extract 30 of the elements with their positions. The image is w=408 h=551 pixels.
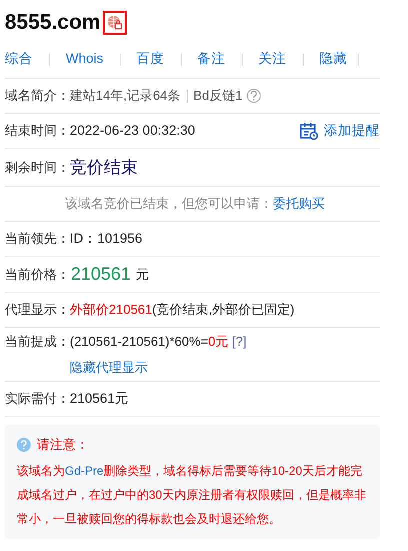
nav-link[interactable]: 关注 xyxy=(258,49,287,70)
nav-link[interactable]: 隐藏 xyxy=(320,49,348,70)
field-label: 当前提成： xyxy=(5,333,70,351)
field-value: ID：101956 xyxy=(70,230,143,248)
field-value: (210561-210561)*60%=0元 [?] xyxy=(70,333,247,351)
status-value: 竞价结束 xyxy=(70,156,138,179)
field-value: Bd反链1 xyxy=(194,87,243,106)
nav-link[interactable]: 综合 xyxy=(5,49,33,70)
field-value: 建站14年,记录64条 xyxy=(70,87,181,106)
field-label: 代理显示： xyxy=(5,301,70,320)
notice-text: 该域名为Gd-Pre删除类型，域名得标后需要等待10-20天后才能完成域名过户，在过户中的30天内原注册者有权限赎回，但是概率非常小，一旦被赎回您的得标款也会及时退还给您。 xyxy=(17,462,368,528)
domain-title: 8555.com xyxy=(5,10,101,36)
nav-link[interactable]: 备注 xyxy=(198,49,226,70)
add-reminder-link[interactable]: 添加提醒 xyxy=(300,120,380,142)
notice-title: 请注意： xyxy=(37,436,89,454)
field-label: 当前价格： xyxy=(5,266,70,284)
field-value: 2022-06-23 00:32:30 xyxy=(70,122,196,140)
price-value: 210561 xyxy=(71,263,132,286)
field-value: 210561元 xyxy=(70,390,130,408)
field-label: 结束时间： xyxy=(5,122,70,140)
currency-unit: 元 xyxy=(136,266,150,284)
field-label: 实际需付： xyxy=(5,390,70,408)
info-text: 该域名竞价已结束，但您可以申请：委托购买 xyxy=(64,195,325,214)
field-value: 外部价210561(竞价结束,外部价已固定) xyxy=(70,301,295,320)
hide-agent-link[interactable]: 隐藏代理显示 xyxy=(70,358,247,377)
field-label: 当前领先： xyxy=(5,230,70,248)
nav-link[interactable]: Whois xyxy=(66,49,104,70)
field-label: 域名简介： xyxy=(5,87,70,106)
nav-link[interactable]: 百度 xyxy=(136,49,165,70)
field-label: 剩余时间： xyxy=(5,158,70,177)
